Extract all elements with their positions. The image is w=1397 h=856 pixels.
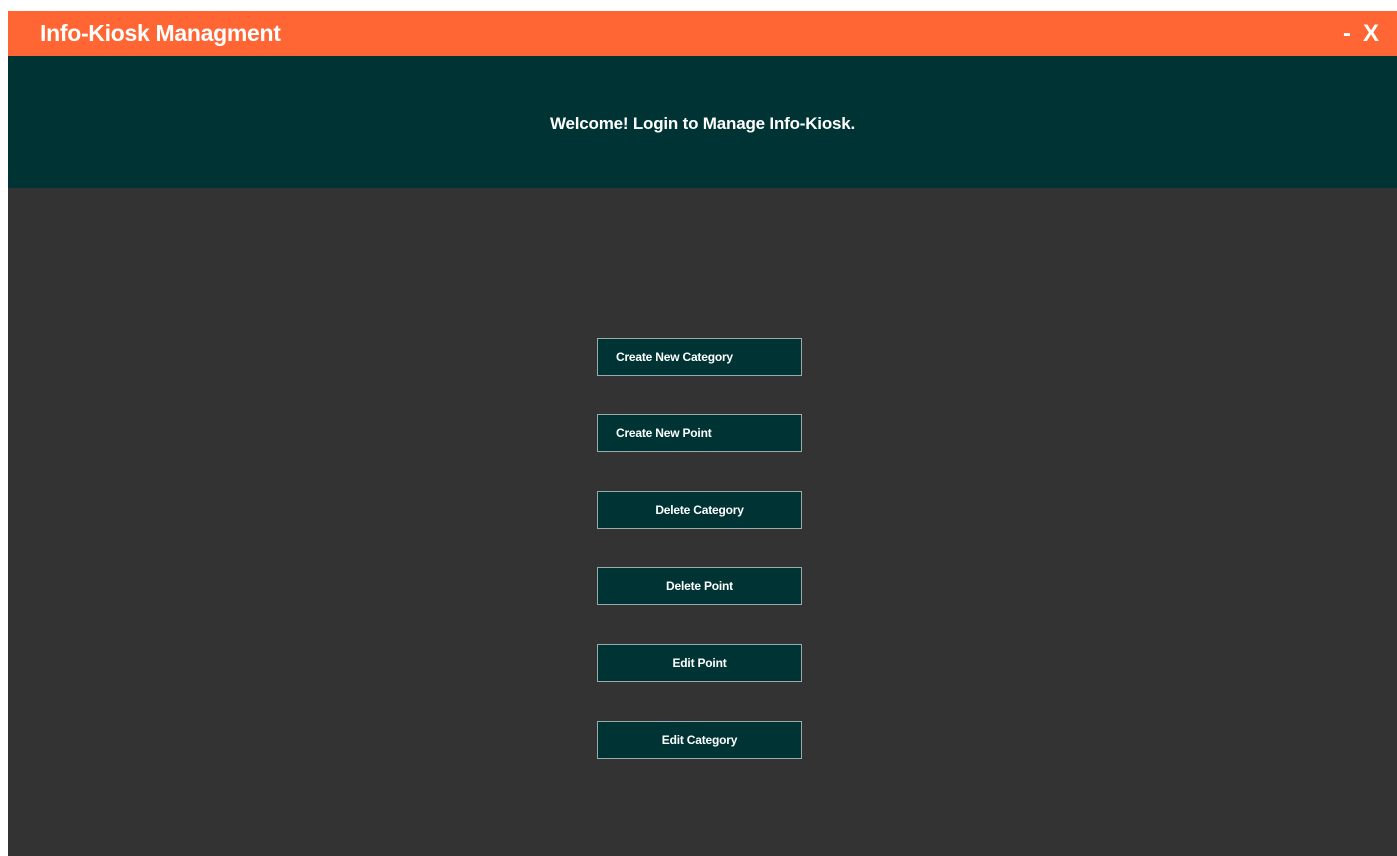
edit-category-button[interactable]: Edit Category	[597, 721, 802, 759]
delete-point-button[interactable]: Delete Point	[597, 567, 802, 605]
edit-point-button[interactable]: Edit Point	[597, 644, 802, 682]
welcome-message: Welcome! Login to Manage Info-Kiosk.	[549, 114, 856, 133]
app-window: Info-Kiosk Managment - X Welcome! Login …	[8, 11, 1397, 856]
minimize-button[interactable]: -	[1335, 11, 1359, 56]
close-button[interactable]: X	[1358, 11, 1384, 56]
create-new-point-button[interactable]: Create New Point	[597, 414, 802, 452]
header-banner: Welcome! Login to Manage Info-Kiosk.	[8, 56, 1397, 188]
app-title: Info-Kiosk Managment	[40, 20, 281, 46]
create-new-category-button[interactable]: Create New Category	[597, 338, 802, 376]
delete-category-button[interactable]: Delete Category	[597, 491, 802, 529]
title-bar: Info-Kiosk Managment - X	[8, 11, 1397, 56]
